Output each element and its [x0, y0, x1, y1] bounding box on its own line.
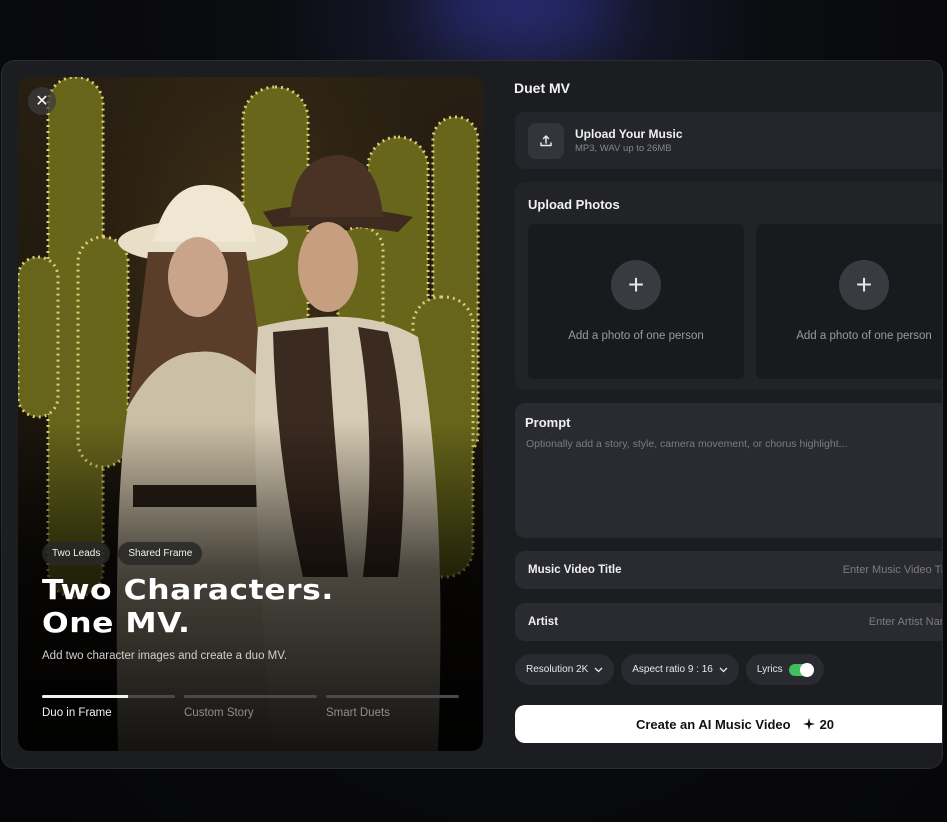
upload-music-hint: MP3, WAV up to 26MB [575, 143, 672, 154]
tag-two-leads: Two Leads [42, 542, 111, 565]
headline-line-1: Two Characters. [42, 573, 334, 606]
lyrics-label: Lyrics [756, 664, 783, 675]
close-button[interactable]: ✕ [28, 87, 56, 115]
prompt-section: Prompt [515, 403, 942, 538]
artist-label: Artist [528, 616, 559, 628]
sparkle-icon [802, 718, 815, 730]
step-custom-story[interactable]: Custom Story [184, 695, 317, 719]
resolution-label: Resolution 2K [526, 664, 589, 675]
aspect-ratio-label: Aspect ratio 9 : 16 [632, 664, 713, 675]
credit-cost: 20 [802, 716, 835, 732]
resolution-dropdown[interactable]: Resolution 2K [515, 654, 615, 685]
upload-photos-title: Upload Photos [528, 197, 620, 212]
step-progress-bar [184, 695, 317, 698]
chevron-down-icon [594, 667, 603, 672]
prompt-title: Prompt [525, 415, 571, 430]
close-icon: ✕ [35, 93, 49, 110]
step-duo-in-frame[interactable]: Duo in Frame [42, 695, 175, 719]
step-smart-duets[interactable]: Smart Duets [326, 695, 459, 719]
artist-input[interactable] [568, 615, 942, 629]
preview-card: ✕ Two Leads Shared Frame Two Characters.… [18, 77, 483, 751]
step-progress-bar [42, 695, 175, 698]
photo-slot-label: Add a photo of one person [796, 330, 932, 342]
photo-slot-label: Add a photo of one person [568, 330, 704, 342]
duet-mv-modal: ✕ Two Leads Shared Frame Two Characters.… [1, 60, 943, 769]
step-progress-bar [326, 695, 459, 698]
aspect-ratio-dropdown[interactable]: Aspect ratio 9 : 16 [621, 654, 739, 685]
tag-shared-frame: Shared Frame [118, 542, 203, 565]
backdrop-glow [420, 0, 620, 50]
toggle-knob [799, 662, 814, 677]
headline: Two Characters. One MV. [42, 573, 483, 639]
music-video-title-input[interactable] [631, 563, 942, 577]
lyrics-toggle-pill[interactable]: Lyrics [745, 654, 824, 685]
music-video-title-label: Music Video Title [528, 564, 622, 576]
upload-music-button[interactable]: Upload Your Music MP3, WAV up to 26MB [515, 112, 942, 169]
preview-subtext: Add two character images and create a du… [42, 650, 288, 662]
options-row: Resolution 2K Aspect ratio 9 : 16 Lyrics [515, 654, 824, 685]
step-label: Smart Duets [326, 707, 390, 719]
prompt-input[interactable] [524, 436, 942, 530]
create-button-label: Create an AI Music Video [635, 716, 791, 732]
music-video-title-field: Music Video Title [515, 551, 942, 589]
upload-icon [528, 122, 564, 159]
photo-slot-2[interactable]: + Add a photo of one person [756, 224, 942, 379]
photo-slot-1[interactable]: + Add a photo of one person [528, 224, 744, 379]
upload-photos-section: Upload Photos + Add a photo of one perso… [515, 182, 942, 390]
upload-music-title: Upload Your Music [575, 127, 683, 141]
step-label: Custom Story [184, 707, 254, 719]
create-music-video-button[interactable]: Create an AI Music Video 20 [515, 705, 942, 743]
step-label: Duo in Frame [42, 707, 112, 719]
panel-title: Duet MV [514, 80, 570, 96]
artist-field: Artist [515, 603, 942, 641]
chevron-down-icon [719, 667, 728, 672]
credit-count: 20 [819, 716, 835, 732]
tag-list: Two Leads Shared Frame [42, 542, 203, 565]
plus-icon: + [611, 260, 661, 310]
plus-icon: + [839, 260, 889, 310]
feature-steps: Duo in Frame Custom Story Smart Duets [42, 695, 459, 719]
headline-line-2: One MV. [42, 606, 191, 639]
lyrics-toggle[interactable] [788, 662, 814, 677]
